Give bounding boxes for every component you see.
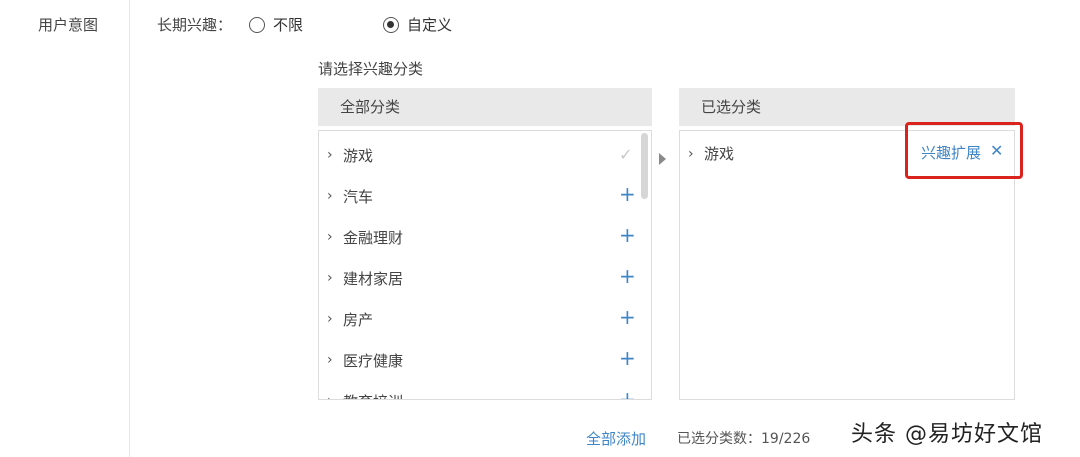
- all-categories-list: › 游戏 ✓ › 汽车 + › 金融理财 + › 建材家居 + › 房产 + ›…: [318, 130, 652, 400]
- section-label-user-intent: 用户意图: [38, 16, 99, 34]
- add-icon[interactable]: +: [619, 348, 636, 368]
- radio-custom-label: 自定义: [407, 16, 453, 34]
- add-all-button[interactable]: 全部添加: [586, 428, 646, 449]
- selected-categories-header: 已选分类: [679, 88, 1015, 126]
- radio-unlimited-label: 不限: [273, 16, 304, 34]
- chevron-right-icon: ›: [327, 147, 333, 163]
- category-label: 游戏: [343, 146, 374, 165]
- watermark: 头条 @易坊好文馆: [851, 422, 1043, 447]
- chevron-right-icon: ›: [327, 229, 333, 245]
- category-label: 房产: [343, 310, 374, 329]
- chevron-right-icon: ›: [327, 311, 333, 327]
- chevron-right-icon: ›: [688, 145, 694, 162]
- chevron-right-icon: ›: [327, 188, 333, 204]
- check-icon: ✓: [619, 145, 633, 164]
- category-item-auto[interactable]: › 汽车 +: [327, 182, 636, 210]
- category-label: 金融理财: [343, 228, 404, 247]
- chevron-right-icon: ›: [327, 393, 341, 399]
- radio-unlimited[interactable]: 不限: [249, 14, 303, 35]
- long-term-interest-label: 长期兴趣：: [157, 16, 233, 34]
- category-label: 医疗健康: [343, 351, 404, 370]
- category-label: 教育培训: [343, 391, 403, 400]
- category-item-real-estate[interactable]: › 房产 +: [327, 305, 636, 333]
- close-icon[interactable]: ✕: [990, 141, 1003, 160]
- category-label: 建材家居: [343, 269, 404, 288]
- selected-item-label: 游戏: [704, 145, 735, 163]
- category-item-home-building[interactable]: › 建材家居 +: [327, 264, 636, 292]
- add-icon[interactable]: +: [619, 184, 636, 204]
- add-icon[interactable]: +: [619, 389, 636, 399]
- chevron-right-icon: ›: [327, 270, 333, 286]
- transfer-arrow-icon: [659, 153, 666, 165]
- scrollbar-thumb[interactable]: [641, 133, 648, 199]
- all-categories-header: 全部分类: [318, 88, 652, 126]
- radio-circle-icon: [249, 16, 265, 33]
- section-divider: [129, 0, 130, 457]
- category-item-finance[interactable]: › 金融理财 +: [327, 223, 636, 251]
- category-item-games[interactable]: › 游戏 ✓: [327, 141, 632, 169]
- interest-expand-link[interactable]: 兴趣扩展: [921, 142, 981, 163]
- category-label: 汽车: [343, 187, 374, 206]
- add-icon[interactable]: +: [619, 266, 636, 286]
- radio-checked-icon: [383, 16, 399, 33]
- add-icon[interactable]: +: [619, 307, 636, 327]
- category-item-healthcare[interactable]: › 医疗健康 +: [327, 346, 636, 374]
- radio-custom[interactable]: 自定义: [383, 14, 452, 35]
- chevron-right-icon: ›: [327, 352, 333, 368]
- selected-count: 已选分类数：19/226: [677, 431, 811, 447]
- category-item-education[interactable]: › 教育培训 +: [327, 387, 636, 400]
- add-icon[interactable]: +: [619, 225, 636, 245]
- select-interest-hint: 请选择兴趣分类: [318, 60, 424, 78]
- selected-item-games[interactable]: › 游戏: [688, 143, 734, 164]
